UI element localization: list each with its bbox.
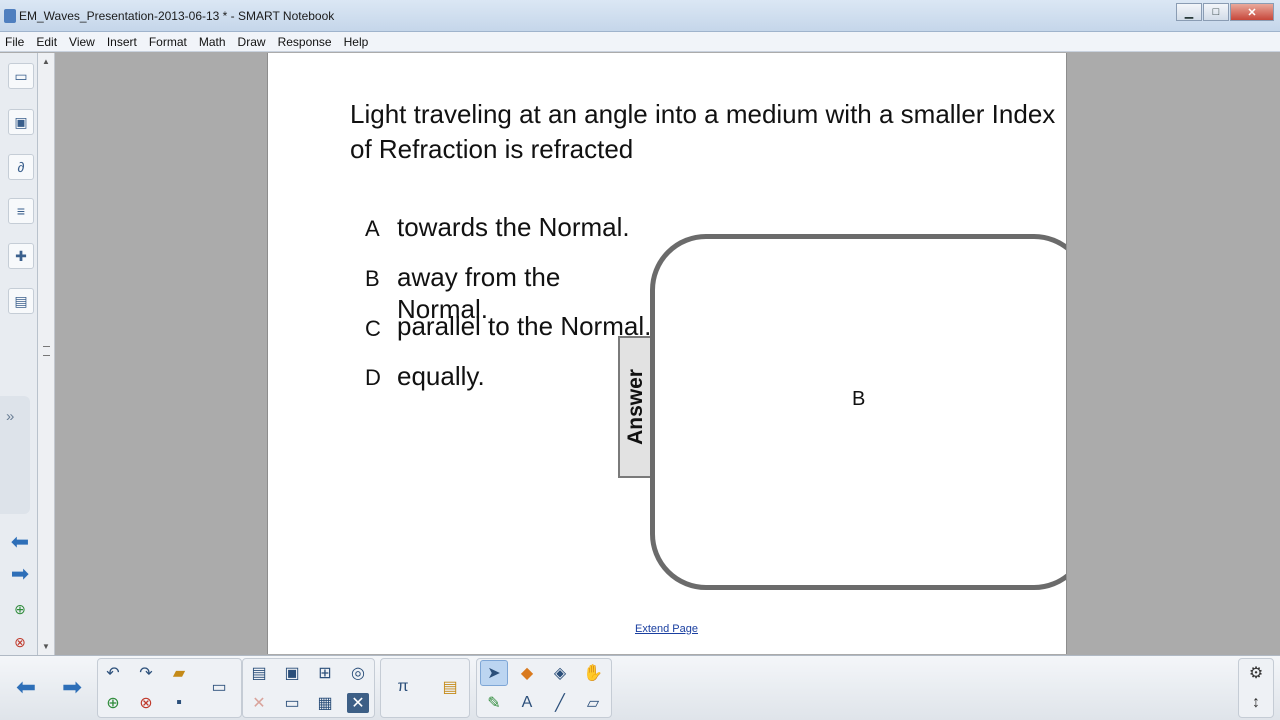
- line-icon[interactable]: ╱: [546, 690, 574, 716]
- delete-icon[interactable]: ✕: [245, 690, 273, 716]
- sidebar-collapse-handle[interactable]: »: [0, 396, 30, 514]
- app-icon: [4, 9, 16, 23]
- window-title: EM_Waves_Presentation-2013-06-13 * - SMA…: [19, 9, 335, 23]
- scroll-down-icon[interactable]: ▼: [42, 642, 50, 651]
- magic-pen-icon[interactable]: ✋: [579, 660, 607, 686]
- notebook-page[interactable]: Light traveling at an angle into a mediu…: [267, 53, 1067, 654]
- menu-help[interactable]: Help: [338, 35, 375, 49]
- menu-file[interactable]: File: [0, 35, 30, 49]
- previous-page-icon[interactable]: ⬅: [8, 529, 32, 554]
- choice-d-letter[interactable]: D: [365, 365, 381, 391]
- minimize-button[interactable]: ▁: [1176, 3, 1202, 21]
- delete-page-icon[interactable]: ⊗: [132, 690, 160, 716]
- choice-c-letter[interactable]: C: [365, 316, 381, 342]
- lesson-activity-icon[interactable]: ▤: [8, 288, 34, 314]
- extend-page-link[interactable]: Extend Page: [635, 623, 698, 635]
- shapes-icon[interactable]: ◆: [513, 660, 541, 686]
- answer-value[interactable]: B: [852, 388, 865, 411]
- scrollbar-grip[interactable]: [43, 346, 50, 356]
- open-file-icon[interactable]: ▰: [165, 660, 193, 686]
- question-text[interactable]: Light traveling at an angle into a mediu…: [350, 97, 1060, 167]
- full-screen-icon[interactable]: ⊞: [311, 660, 339, 686]
- display-screen-icon[interactable]: ▭: [278, 690, 306, 716]
- smart-notebook-window: EM_Waves_Presentation-2013-06-13 * - SMA…: [0, 0, 1280, 720]
- choice-c-text[interactable]: parallel to the Normal.: [397, 310, 651, 342]
- eraser-fill-icon[interactable]: ◈: [546, 660, 574, 686]
- screen-shade-icon[interactable]: ▣: [278, 660, 306, 686]
- pen-icon[interactable]: ✎: [480, 690, 508, 716]
- next-page-icon[interactable]: ➡: [8, 561, 32, 586]
- math-tools-icon[interactable]: π: [389, 674, 417, 700]
- next-page-icon[interactable]: ➡: [58, 674, 86, 701]
- eraser-icon[interactable]: ▱: [579, 690, 607, 716]
- scroll-up-icon[interactable]: ▲: [42, 57, 50, 66]
- choice-b-letter[interactable]: B: [365, 266, 380, 292]
- menu-draw[interactable]: Draw: [232, 35, 272, 49]
- choice-b-text[interactable]: away from the: [397, 261, 560, 293]
- addons-icon[interactable]: ✚: [8, 243, 34, 269]
- answer-box[interactable]: [650, 234, 1066, 590]
- answer-pull-tab[interactable]: Answer: [618, 336, 652, 478]
- select-icon[interactable]: ➤: [480, 660, 508, 686]
- close-button[interactable]: ✕: [1230, 3, 1274, 21]
- lesson-activity-icon[interactable]: ▤: [436, 674, 464, 700]
- add-page-icon[interactable]: ⊕: [8, 598, 32, 620]
- menu-math[interactable]: Math: [193, 35, 232, 49]
- menu-bar: File Edit View Insert Format Math Draw R…: [0, 32, 1280, 52]
- bottom-toolbar: ⬅ ➡ ↶ ↷ ▰ ⊕ ⊗ ▪ ▭ ▤ ▣ ⊞ ◎ ✕ ▭ ▦ ✕ π ▤ ➤ …: [0, 655, 1280, 720]
- previous-page-icon[interactable]: ⬅: [12, 674, 40, 701]
- redo-icon[interactable]: ↷: [132, 660, 160, 686]
- save-icon[interactable]: ▪: [165, 690, 193, 716]
- text-icon[interactable]: A: [513, 690, 541, 716]
- choice-a-text[interactable]: towards the Normal.: [397, 211, 630, 243]
- attachments-icon[interactable]: ∂: [8, 154, 34, 180]
- paste-icon[interactable]: ▤: [245, 660, 273, 686]
- properties-icon[interactable]: ≡: [8, 198, 34, 224]
- menu-insert[interactable]: Insert: [101, 35, 143, 49]
- insert-table-icon[interactable]: ▦: [311, 690, 339, 716]
- capture-icon[interactable]: ◎: [344, 660, 372, 686]
- settings-icon[interactable]: ⚙: [1242, 660, 1270, 686]
- sidebar-scrollbar[interactable]: ▲ ▼: [38, 53, 55, 655]
- display-icon[interactable]: ▭: [205, 674, 233, 700]
- title-bar: EM_Waves_Presentation-2013-06-13 * - SMA…: [0, 0, 1280, 32]
- add-page-icon[interactable]: ⊕: [99, 690, 127, 716]
- close-shade-icon[interactable]: ✕: [347, 693, 369, 713]
- maximize-button[interactable]: □: [1203, 3, 1229, 21]
- choice-a-letter[interactable]: A: [365, 216, 380, 242]
- chevron-right-icon: »: [6, 408, 15, 425]
- menu-format[interactable]: Format: [143, 35, 193, 49]
- undo-icon[interactable]: ↶: [99, 660, 127, 686]
- delete-page-icon[interactable]: ⊗: [8, 631, 32, 653]
- answer-tab-label: Answer: [624, 369, 647, 445]
- side-bar: ▭ ▣ ∂ ≡ ✚ ▤ » ⬅ ➡ ⊕ ⊗: [0, 53, 38, 655]
- choice-d-text[interactable]: equally.: [397, 360, 485, 392]
- gallery-icon[interactable]: ▣: [8, 109, 34, 135]
- window-controls: ▁ □ ✕: [1176, 3, 1274, 21]
- page-sorter-icon[interactable]: ▭: [8, 63, 34, 89]
- menu-edit[interactable]: Edit: [30, 35, 63, 49]
- menu-view[interactable]: View: [63, 35, 101, 49]
- menu-response[interactable]: Response: [272, 35, 338, 49]
- move-toolbar-icon[interactable]: ↕: [1242, 690, 1270, 716]
